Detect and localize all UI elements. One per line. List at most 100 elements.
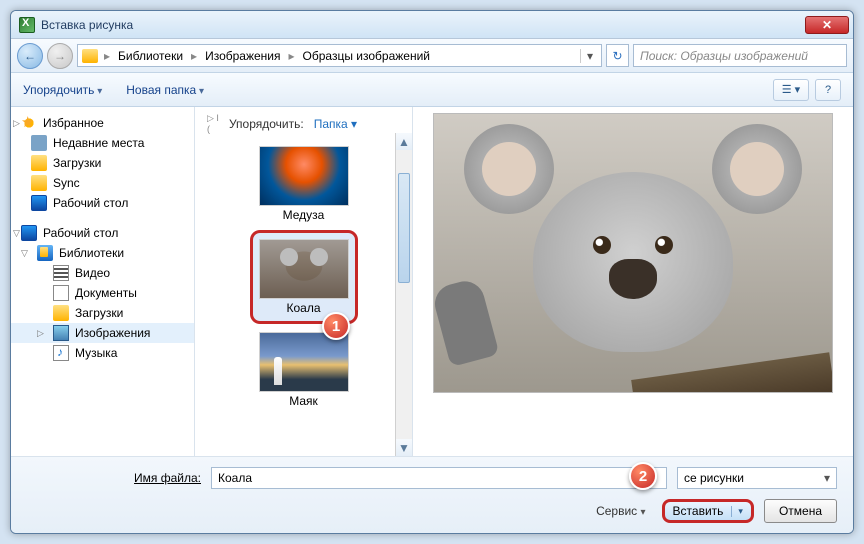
breadcrumb-item[interactable]: Библиотеки	[114, 49, 187, 63]
insert-button[interactable]: Вставить ▾	[662, 499, 754, 523]
desktop-icon	[21, 225, 37, 241]
help-button[interactable]: ?	[815, 79, 841, 101]
insert-label: Вставить	[673, 504, 724, 518]
toolbar-right: ☰ ▾ ?	[773, 79, 841, 101]
cancel-button[interactable]: Отмена	[764, 499, 837, 523]
thumbnails-list: Медуза Коала Маяк	[199, 142, 408, 457]
tools-menu[interactable]: Сервис ▾	[596, 504, 645, 518]
filename-input[interactable]: Коала	[211, 467, 667, 489]
forward-button[interactable]: →	[47, 43, 73, 69]
preview-image	[433, 113, 833, 393]
scroll-down[interactable]: ▼	[396, 439, 412, 456]
button-row: Сервис ▾ Вставить ▾ Отмена	[27, 499, 837, 523]
sidebar-label: Избранное	[43, 116, 104, 130]
thumbnail-image	[259, 146, 349, 206]
dialog-footer: Имя файла: Коала се рисунки Сервис ▾ Вст…	[11, 456, 853, 533]
thumbnail-label: Медуза	[283, 208, 325, 222]
thumbnail-image	[259, 239, 349, 299]
sidebar-label: Sync	[53, 176, 80, 190]
preview-pane	[413, 107, 853, 456]
chevron-down-icon: ▾	[641, 507, 646, 518]
recent-icon	[31, 135, 47, 151]
sidebar-desktop-root[interactable]: ▽Рабочий стол	[11, 223, 194, 243]
star-icon	[21, 115, 37, 131]
dialog-body: ▷Избранное Недавние места Загрузки Sync …	[11, 107, 853, 456]
organize-value[interactable]: Папка ▾	[314, 117, 357, 131]
refresh-button[interactable]: ↻	[606, 44, 629, 67]
thumb-koala[interactable]: Коала	[250, 230, 358, 324]
chevron-icon: ▸	[191, 49, 197, 63]
sidebar-item-recent[interactable]: Недавние места	[11, 133, 194, 153]
thumbnails-panel: ▷ І( Упорядочить: Папка ▾ Медуза Коала	[195, 107, 413, 456]
annotation-marker-1: 1	[322, 312, 350, 340]
video-icon	[53, 265, 69, 281]
insert-split[interactable]: ▾	[731, 506, 743, 517]
filename-value: Коала	[218, 471, 252, 485]
thumb-jellyfish[interactable]: Медуза	[255, 142, 353, 226]
breadcrumb-item[interactable]: Образцы изображений	[299, 49, 434, 63]
sync-icon	[31, 175, 47, 191]
organize-menu[interactable]: Упорядочить	[23, 83, 102, 97]
music-icon	[53, 345, 69, 361]
sidebar-item-libraries[interactable]: ▽Библиотеки	[11, 243, 194, 263]
images-icon	[53, 325, 69, 341]
sidebar-item-images[interactable]: ▷Изображения	[11, 323, 194, 343]
sidebar-label: Загрузки	[75, 306, 123, 320]
scroll-up[interactable]: ▲	[396, 133, 412, 150]
thumbnail-label: Маяк	[289, 394, 318, 408]
new-folder-button[interactable]: Новая папка	[126, 83, 204, 97]
navbar: ← → ▸ Библиотеки ▸ Изображения ▸ Образцы…	[11, 39, 853, 73]
sidebar-label: Рабочий стол	[53, 196, 128, 210]
filetype-value: се рисунки	[684, 471, 744, 485]
sidebar-item-downloads[interactable]: Загрузки	[11, 153, 194, 173]
sidebar-favorites[interactable]: ▷Избранное	[11, 113, 194, 133]
thumbnail-label: Коала	[286, 301, 320, 315]
back-button[interactable]: ←	[17, 43, 43, 69]
sidebar-label: Видео	[75, 266, 110, 280]
chevron-down-icon: ▼	[398, 441, 410, 455]
desktop-icon	[31, 195, 47, 211]
breadcrumb-item[interactable]: Изображения	[201, 49, 284, 63]
view-mode-button[interactable]: ☰ ▾	[773, 79, 809, 101]
sidebar-item-documents[interactable]: Документы	[11, 283, 194, 303]
cancel-label: Отмена	[779, 504, 822, 518]
downloads-icon	[53, 305, 69, 321]
sidebar-item-downloads2[interactable]: Загрузки	[11, 303, 194, 323]
scroll-thumb[interactable]	[398, 173, 410, 283]
folder-icon	[82, 49, 98, 63]
excel-icon	[19, 17, 35, 33]
filename-label: Имя файла:	[27, 471, 201, 485]
arrow-left-icon: ←	[24, 49, 36, 63]
chevron-down-icon: ▾	[351, 117, 357, 131]
sidebar-label: Документы	[75, 286, 137, 300]
toolbar: Упорядочить Новая папка ☰ ▾ ?	[11, 73, 853, 107]
sidebar-label: Изображения	[75, 326, 150, 340]
sidebar-item-sync[interactable]: Sync	[11, 173, 194, 193]
arrow-right-icon: →	[54, 49, 66, 63]
close-button[interactable]: ✕	[805, 16, 849, 34]
annotation-marker-2: 2	[629, 462, 657, 490]
filename-row: Имя файла: Коала се рисунки	[27, 467, 837, 489]
header-toggle[interactable]: ▷ І(	[207, 113, 219, 134]
sidebar-item-video[interactable]: Видео	[11, 263, 194, 283]
close-icon: ✕	[822, 18, 832, 32]
libraries-icon	[37, 245, 53, 261]
sidebar-item-music[interactable]: Музыка	[11, 343, 194, 363]
downloads-icon	[31, 155, 47, 171]
inner-toolbar: ▷ І( Упорядочить: Папка ▾	[199, 111, 408, 142]
titlebar: Вставка рисунка ✕	[11, 11, 853, 39]
breadcrumb[interactable]: ▸ Библиотеки ▸ Изображения ▸ Образцы изо…	[77, 44, 602, 67]
thumbnails-scrollbar[interactable]: ▲ ▼	[395, 133, 412, 456]
thumb-lighthouse[interactable]: Маяк	[255, 328, 353, 412]
refresh-icon: ↻	[612, 49, 622, 63]
filetype-dropdown[interactable]: се рисунки	[677, 467, 837, 489]
sidebar-item-desktop[interactable]: Рабочий стол	[11, 193, 194, 213]
documents-icon	[53, 285, 69, 301]
sidebar-label: Недавние места	[53, 136, 144, 150]
breadcrumb-dropdown[interactable]: ▾	[580, 49, 599, 63]
sidebar-label: Загрузки	[53, 156, 101, 170]
chevron-icon: ▸	[104, 49, 110, 63]
content: ▷ І( Упорядочить: Папка ▾ Медуза Коала	[195, 107, 853, 456]
search-input[interactable]: Поиск: Образцы изображений	[633, 44, 847, 67]
sidebar: ▷Избранное Недавние места Загрузки Sync …	[11, 107, 195, 456]
